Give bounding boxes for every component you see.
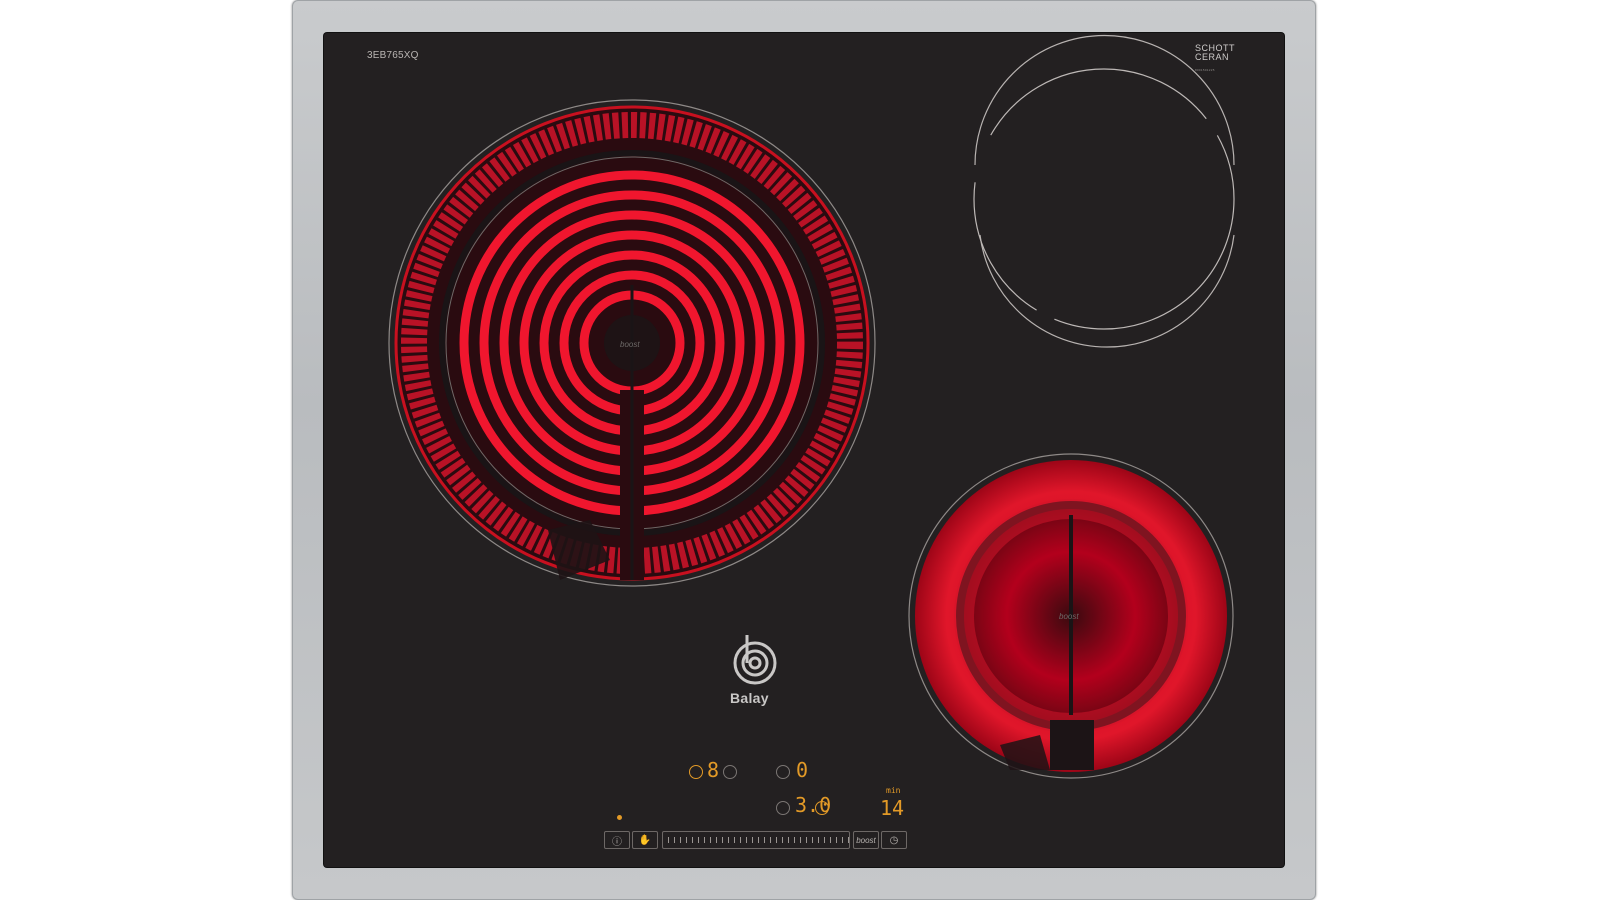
childlock-button[interactable]: ✋ [632,831,658,849]
childlock-icon: ✋ [638,834,652,846]
boost-label: boost [856,835,876,845]
front-right-boost-mark: boost [1059,612,1079,621]
timer-unit: min [886,786,901,795]
power-level-slider[interactable] [662,831,850,849]
rear-right-zone [973,34,1235,348]
zone-select-icon-1[interactable] [689,765,703,779]
clock-icon: ◷ [889,834,899,846]
zone-select-icon-4[interactable] [776,801,790,815]
zone-level-1: 8 [707,758,720,782]
power-info-icon: ⓘ [612,836,622,848]
timer-button[interactable]: ◷ [881,831,907,849]
zone-select-icon-3[interactable] [776,765,790,779]
boost-button[interactable]: boost [853,831,879,849]
zone-level-2: 0 [796,758,809,782]
power-indicator-dot [617,815,622,820]
power-info-button[interactable]: ⓘ [604,831,630,849]
zone-select-icon-5[interactable] [815,801,829,815]
timer-value: 14 [880,796,905,820]
rear-left-boost-mark: boost [620,340,640,349]
brand-logo-text: Balay [730,690,769,706]
balay-logo-mark [733,635,777,685]
zone-select-icon-2[interactable] [723,765,737,779]
